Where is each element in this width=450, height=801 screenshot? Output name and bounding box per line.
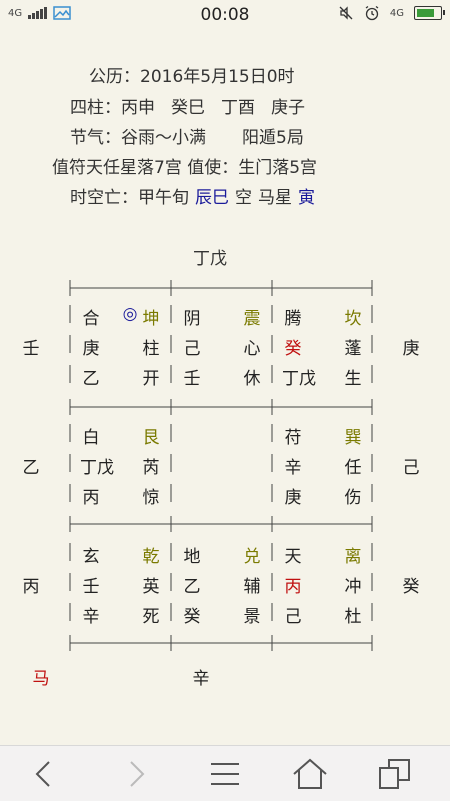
palace-gen-god: 白 (82, 428, 100, 448)
home-icon[interactable] (290, 754, 330, 794)
back-icon[interactable] (25, 754, 65, 794)
palace-qian-trigram: 乾 (142, 547, 160, 567)
palace-zhen-trigram: 震 (243, 309, 261, 329)
palace-zhen-star: 心 (243, 339, 261, 359)
side-left-2: 乙 (22, 458, 40, 478)
palace-li-trigram: 离 (344, 547, 362, 567)
side-right-1: 庚 (402, 339, 420, 359)
palace-zhen-door: 休 (243, 369, 261, 389)
palace-xun-door: 伤 (344, 488, 362, 508)
palace-kun-trigram: 坤 (142, 309, 160, 329)
palace-gen-star: 芮 (142, 458, 160, 478)
palace-dui-stem2: 癸 (183, 607, 201, 627)
palace-kun-stem: 庚 (82, 339, 100, 359)
palace-li-stem: 丙 (284, 577, 302, 597)
windows-icon[interactable] (375, 754, 415, 794)
palace-gen-door: 惊 (142, 488, 160, 508)
palace-qian-god: 玄 (82, 547, 100, 567)
forward-icon[interactable] (115, 754, 155, 794)
palace-qian-stem2: 辛 (82, 607, 100, 627)
palace-xun-stem: 辛 (284, 458, 302, 478)
palace-kun-star: 柱 (142, 339, 160, 359)
palace-qian-star: 英 (142, 577, 160, 597)
palace-zhen-god: 阴 (183, 309, 201, 329)
circle-icon: ◎ (122, 304, 138, 324)
palace-grid (69, 280, 373, 651)
palace-kan-trigram: 坎 (344, 309, 362, 329)
palace-qian-stem: 壬 (82, 577, 100, 597)
menu-icon[interactable] (205, 754, 245, 794)
palace-dui-god: 地 (183, 547, 201, 567)
side-right-3: 癸 (402, 577, 420, 597)
palace-xun-star: 任 (344, 458, 362, 478)
side-right-2: 己 (402, 458, 420, 478)
palace-xun-stem2: 庚 (284, 488, 302, 508)
palace-xun-god: 苻 (284, 428, 302, 448)
palace-qian-door: 死 (142, 607, 160, 627)
palace-gen-stem2: 丙 (82, 488, 100, 508)
palace-kan-door: 生 (344, 369, 362, 389)
palace-dui-door: 景 (243, 607, 261, 627)
palace-xun-trigram: 巽 (344, 428, 362, 448)
horse-mark: 马 (32, 669, 50, 689)
palace-kan-stem2: 丁戊 (282, 369, 316, 389)
palace-gen-trigram: 艮 (142, 428, 160, 448)
palace-dui-trigram: 兑 (243, 547, 261, 567)
palace-li-stem2: 己 (284, 607, 302, 627)
palace-dui-star: 辅 (243, 577, 261, 597)
palace-li-door: 杜 (344, 607, 362, 627)
palace-kan-stem: 癸 (284, 339, 302, 359)
bottom-stem-label: 辛 (192, 669, 210, 689)
palace-kun-god: 合 (82, 309, 100, 329)
palace-dui-stem: 乙 (183, 577, 201, 597)
palace-kan-star: 蓬 (344, 339, 362, 359)
side-left-1: 壬 (22, 339, 40, 359)
palace-gen-stem: 丁戊 (80, 458, 114, 478)
palace-li-star: 冲 (344, 577, 362, 597)
side-left-3: 丙 (22, 577, 40, 597)
palace-zhen-stem: 己 (183, 339, 201, 359)
palace-kun-stem2: 乙 (82, 369, 100, 389)
palace-kun-door: 开 (142, 369, 160, 389)
palace-zhen-stem2: 壬 (183, 369, 201, 389)
palace-li-god: 天 (284, 547, 302, 567)
palace-kan-god: 腾 (284, 309, 302, 329)
bottom-nav-bar (0, 745, 450, 801)
